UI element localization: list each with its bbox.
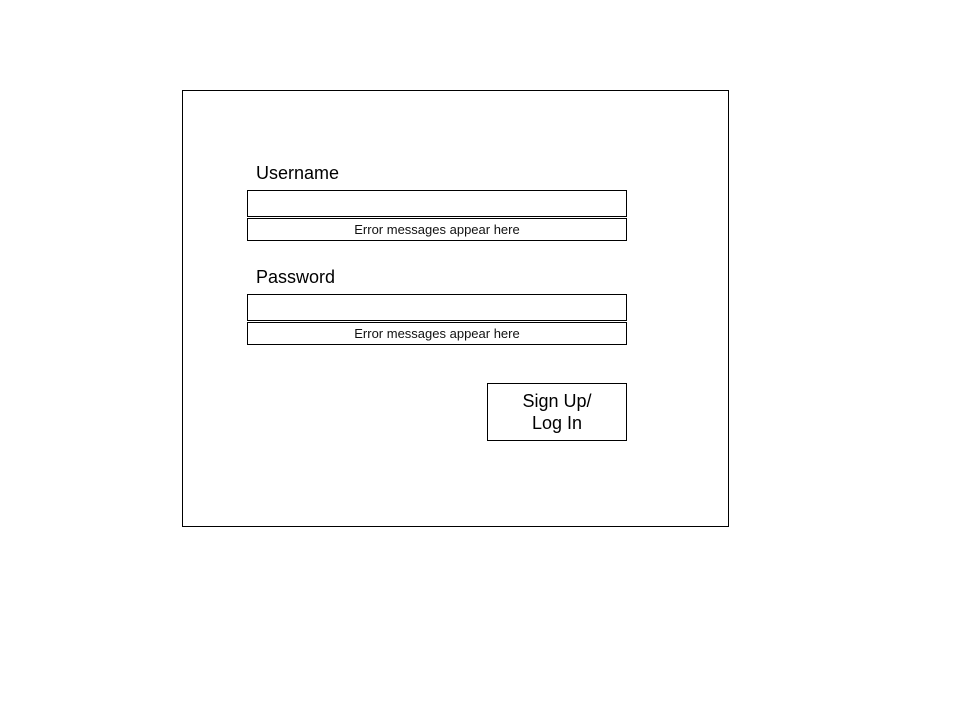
password-input[interactable]	[247, 294, 627, 321]
password-error-message: Error messages appear here	[247, 322, 627, 345]
username-error-message: Error messages appear here	[247, 218, 627, 241]
username-label: Username	[256, 163, 340, 183]
button-label: Sign Up/ Log In	[522, 390, 591, 434]
button-label-line2: Log In	[531, 413, 583, 433]
password-label: Password	[256, 267, 336, 287]
username-input[interactable]	[247, 190, 627, 217]
button-label-line1: Sign Up/	[522, 391, 592, 411]
sign-up-log-in-button[interactable]: Sign Up/ Log In	[487, 383, 627, 441]
